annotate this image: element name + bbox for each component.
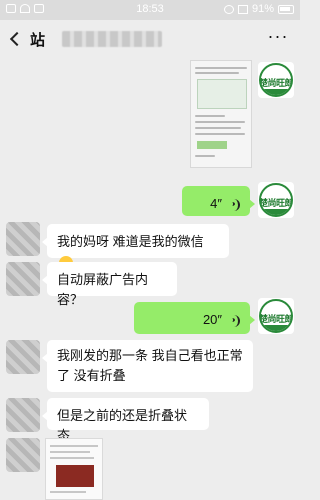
- my-avatar[interactable]: 楚尚旺郎: [258, 298, 294, 334]
- image-text-line: [195, 133, 245, 135]
- text-message[interactable]: 我的妈呀 难道是我的微信: [42, 224, 229, 270]
- image-text-line: [50, 451, 90, 453]
- my-avatar[interactable]: 楚尚旺郎: [258, 62, 294, 98]
- message-text: 自动屏蔽广告内容？: [57, 272, 149, 307]
- alarm-icon: [223, 4, 234, 14]
- text-message[interactable]: 自动屏蔽广告内容？: [42, 262, 177, 307]
- image-green-block: [197, 141, 227, 149]
- more-options-button[interactable]: ···: [266, 27, 290, 48]
- signal-icon: [237, 4, 248, 14]
- image-text-line: [195, 155, 215, 157]
- image-text-line: [195, 72, 239, 74]
- status-bar: 18:53 91%: [0, 0, 300, 20]
- contact-avatar[interactable]: [6, 438, 40, 472]
- chat-title-blurred: [62, 31, 162, 47]
- battery-percent: 91%: [251, 3, 274, 15]
- contact-avatar[interactable]: [6, 222, 40, 256]
- contact-avatar[interactable]: [6, 340, 40, 374]
- brand-logo-icon: 楚尚旺郎: [259, 299, 293, 333]
- contact-avatar[interactable]: [6, 398, 40, 432]
- back-chevron-icon: [9, 31, 25, 47]
- voice-duration: 20″: [202, 312, 222, 327]
- voice-wave-icon: [228, 198, 240, 211]
- message-text: 我的妈呀 难道是我的微信: [57, 234, 204, 249]
- image-text-line: [195, 67, 247, 69]
- voice-message[interactable]: 4″: [182, 186, 255, 216]
- text-message[interactable]: 但是之前的还是折叠状态: [42, 398, 209, 443]
- image-text-line: [195, 127, 241, 129]
- image-text-line: [50, 491, 86, 493]
- image-content-block: [197, 79, 247, 109]
- voice-duration: 4″: [210, 196, 222, 211]
- received-image-message[interactable]: [45, 438, 103, 500]
- image-text-line: [195, 121, 245, 123]
- battery-icon: [278, 4, 294, 14]
- image-text-line: [50, 445, 98, 447]
- status-right: 91%: [223, 3, 294, 15]
- my-avatar[interactable]: 楚尚旺郎: [258, 182, 294, 218]
- nav-bar: 站 ···: [0, 20, 300, 58]
- voice-message[interactable]: 20″: [134, 302, 255, 334]
- image-red-block: [56, 465, 94, 487]
- image-text-line: [50, 457, 94, 459]
- contact-avatar[interactable]: [6, 262, 40, 296]
- text-message[interactable]: 我刚发的那一条 我自己看也正常了 没有折叠: [42, 340, 253, 392]
- brand-logo-icon: 楚尚旺郎: [259, 183, 293, 217]
- brand-logo-icon: 楚尚旺郎: [259, 63, 293, 97]
- back-button[interactable]: [8, 28, 26, 50]
- message-text: 我刚发的那一条 我自己看也正常了 没有折叠: [57, 348, 243, 383]
- voice-wave-icon: [228, 314, 240, 327]
- chat-title: 站: [30, 32, 46, 49]
- sent-image-message[interactable]: [190, 60, 252, 168]
- image-text-line: [195, 115, 225, 117]
